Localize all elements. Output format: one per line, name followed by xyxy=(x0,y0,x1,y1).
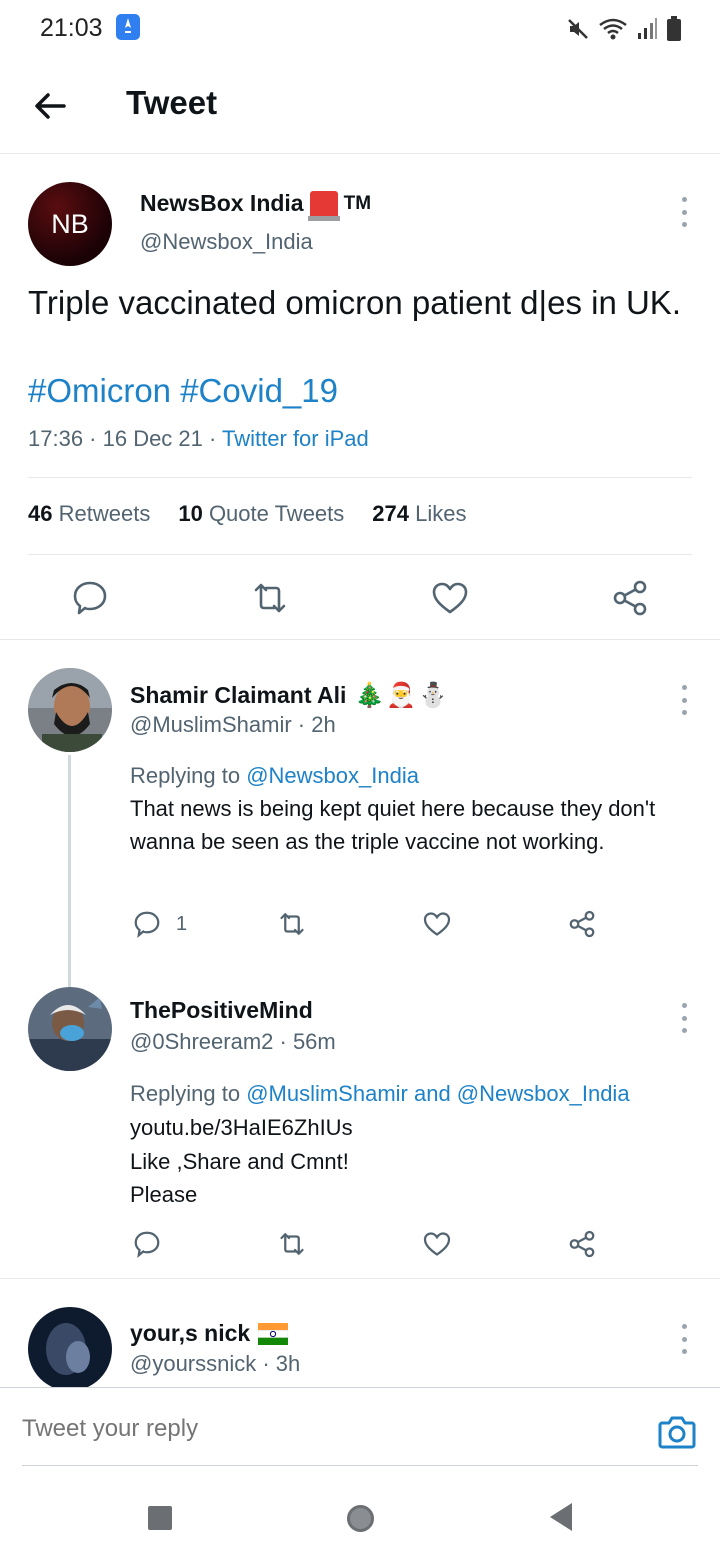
author-name-text: ThePositiveMind xyxy=(130,997,313,1023)
reply-count: 1 xyxy=(176,913,188,935)
more-icon[interactable] xyxy=(679,1003,689,1033)
avatar[interactable] xyxy=(28,987,112,1071)
reply-text: Like ,Share and Cmnt! xyxy=(130,1149,349,1174)
tweet-meta: 17:36 · 16 Dec 21 · Twitter for iPad xyxy=(28,426,369,452)
replying-to: Replying to @Newsbox_India xyxy=(130,759,700,792)
reply-icon[interactable] xyxy=(70,578,110,618)
retweets-count: 46 xyxy=(28,501,53,526)
author-handle[interactable]: @0Shreeram2 · 56m xyxy=(130,1029,336,1055)
retweets-label: Retweets xyxy=(58,501,151,526)
reply-input[interactable] xyxy=(22,1415,622,1443)
replying-prefix: Replying to xyxy=(130,763,247,788)
likes-count: 274 xyxy=(372,501,409,526)
holiday-emojis: 🎄🎅⛄ xyxy=(354,682,451,709)
reply-partial: your,s nick @yourssnick · 3h xyxy=(0,1279,720,1387)
thread-line xyxy=(68,755,71,987)
share-icon[interactable] xyxy=(610,578,650,618)
battery-icon xyxy=(667,16,681,41)
author-name[interactable]: ThePositiveMind xyxy=(130,997,313,1024)
more-icon[interactable] xyxy=(679,197,689,227)
author-name-text: your,s nick xyxy=(130,1320,251,1346)
retweet-icon[interactable] xyxy=(277,1229,307,1259)
like-icon[interactable] xyxy=(422,1229,452,1259)
quotes-stat[interactable]: 10 Quote Tweets xyxy=(178,501,344,527)
trademark-text: TM xyxy=(343,192,372,214)
wifi-icon xyxy=(599,18,627,40)
more-icon[interactable] xyxy=(679,685,689,715)
replying-to-link[interactable]: @MuslimShamir and @Newsbox_India xyxy=(246,1081,629,1106)
divider xyxy=(28,477,692,478)
tweet-stats: 46 Retweets 10 Quote Tweets 274 Likes xyxy=(28,501,466,527)
status-icons xyxy=(566,14,682,44)
more-icon[interactable] xyxy=(679,1324,689,1354)
tweet-text: Triple vaccinated omicron patient d|es i… xyxy=(28,284,681,321)
likes-label: Likes xyxy=(415,501,467,526)
recent-apps-button[interactable] xyxy=(148,1506,172,1530)
quotes-label: Quote Tweets xyxy=(208,501,345,526)
reply-text: That news is being kept quiet here becau… xyxy=(130,796,656,854)
camera-icon[interactable] xyxy=(658,1414,696,1450)
author-name[interactable]: your,s nick xyxy=(130,1320,289,1347)
avatar-text: NB xyxy=(51,208,89,239)
youtube-link[interactable]: youtu.be/3HaIE6ZhIUs xyxy=(130,1111,700,1144)
avatar[interactable]: NB xyxy=(28,182,112,266)
author-handle[interactable]: @Newsbox_India xyxy=(140,229,313,255)
hashtags[interactable]: #Omicron #Covid_19 xyxy=(28,372,338,410)
author-name-text: NewsBox India xyxy=(140,190,304,216)
status-time: 21:03 xyxy=(40,14,103,42)
mute-icon xyxy=(568,19,588,39)
replying-to-link[interactable]: @Newsbox_India xyxy=(246,763,419,788)
author-name[interactable]: Shamir Claimant Ali 🎄🎅⛄ xyxy=(130,681,450,710)
author-name[interactable]: NewsBox India TM xyxy=(140,190,372,221)
tweet-source-link[interactable]: Twitter for iPad xyxy=(222,426,369,451)
reply-text: Please xyxy=(130,1182,198,1207)
divider xyxy=(0,1387,720,1388)
page-title: Tweet xyxy=(126,84,218,121)
reply-icon[interactable] xyxy=(132,1229,162,1259)
back-arrow-icon[interactable] xyxy=(30,86,70,126)
siren-emoji-icon xyxy=(307,190,340,221)
retweet-icon[interactable] xyxy=(277,909,307,939)
share-icon[interactable] xyxy=(567,1229,597,1259)
like-icon[interactable] xyxy=(422,909,452,939)
divider xyxy=(28,554,692,555)
author-name-text: Shamir Claimant Ali xyxy=(130,682,347,708)
avatar[interactable] xyxy=(28,1307,112,1387)
like-icon[interactable] xyxy=(430,578,470,618)
nav-back-button[interactable] xyxy=(550,1503,572,1531)
tweet-timestamp: 17:36 · 16 Dec 21 · xyxy=(28,426,223,451)
replying-prefix: Replying to xyxy=(130,1081,247,1106)
share-icon[interactable] xyxy=(567,909,597,939)
divider xyxy=(22,1465,698,1466)
app-notification-icon xyxy=(116,14,140,40)
signal-icon xyxy=(638,18,657,39)
author-handle[interactable]: @MuslimShamir · 2h xyxy=(130,712,336,738)
retweets-stat[interactable]: 46 Retweets xyxy=(28,501,150,527)
replying-to: Replying to @MuslimShamir and @Newsbox_I… xyxy=(130,1077,700,1110)
author-handle[interactable]: @yourssnick · 3h xyxy=(130,1351,300,1377)
retweet-icon[interactable] xyxy=(250,578,290,618)
divider xyxy=(0,153,720,154)
avatar[interactable] xyxy=(28,668,112,752)
india-flag-icon xyxy=(258,1322,289,1345)
reply-icon[interactable] xyxy=(132,909,162,939)
quotes-count: 10 xyxy=(178,501,203,526)
divider xyxy=(0,639,720,640)
likes-stat[interactable]: 274 Likes xyxy=(372,501,466,527)
home-button[interactable] xyxy=(347,1505,374,1532)
